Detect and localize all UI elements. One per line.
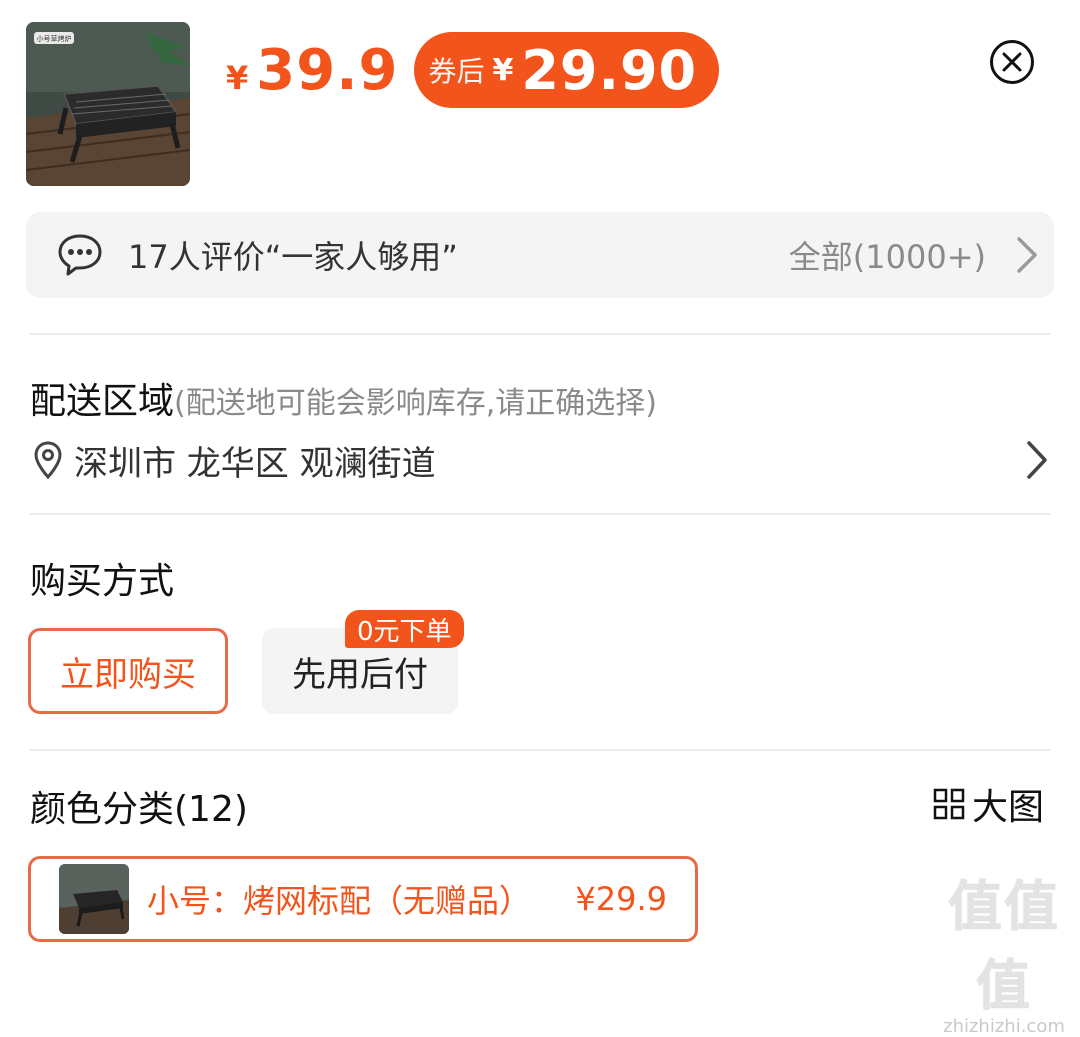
price-row: ¥ 39.9 券后 ¥ 29.90 xyxy=(226,32,720,108)
original-price: ¥ 39.9 xyxy=(226,38,398,103)
zero-down-badge: 0元下单 xyxy=(345,610,464,648)
delivery-section-title: 配送区域(配送地可能会影响库存,请正确选择) xyxy=(30,372,657,424)
big-image-toggle[interactable]: 大图 xyxy=(932,778,1044,830)
coupon-label: 券后 xyxy=(428,55,485,88)
location-pin-icon xyxy=(34,441,62,480)
watermark-logo: 值值值 xyxy=(948,875,1060,1017)
coupon-price-badge: 券后 ¥ 29.90 xyxy=(414,32,720,108)
color-variant-option[interactable]: 小号：烤网标配（无赠品） ¥29.9 xyxy=(28,856,698,942)
address-selector[interactable]: 深圳市 龙华区 观澜街道 xyxy=(32,432,1050,488)
close-button[interactable] xyxy=(990,40,1034,84)
review-all-link[interactable]: 全部(1000+) xyxy=(789,232,986,278)
color-section-title: 颜色分类(12) xyxy=(30,789,248,830)
bbq-grill-image: 小号草烤炉 xyxy=(26,22,190,186)
bbq-grill-image xyxy=(59,864,129,934)
variant-price: ¥29.9 xyxy=(575,880,667,918)
big-image-label: 大图 xyxy=(972,787,1045,828)
chevron-right-icon xyxy=(1027,441,1047,479)
watermark-url: zhizhizhi.com xyxy=(943,1016,1065,1037)
chat-bubble-icon xyxy=(58,234,102,276)
divider xyxy=(30,513,1050,515)
buy-now-option[interactable]: 立即购买 xyxy=(28,628,228,714)
delivery-title: 配送区域 xyxy=(30,381,175,422)
product-thumbnail[interactable]: 小号草烤炉 xyxy=(26,22,190,186)
variant-thumbnail xyxy=(59,864,129,934)
divider xyxy=(30,749,1050,751)
address-text: 深圳市 龙华区 观澜街道 xyxy=(74,443,436,484)
coupon-price-value: 29.90 xyxy=(521,38,698,102)
price-value: 39.9 xyxy=(256,37,399,103)
close-icon xyxy=(1002,52,1022,72)
purchase-title: 购买方式 xyxy=(30,561,175,602)
image-tag: 小号草烤炉 xyxy=(37,34,72,43)
review-bar[interactable]: 17人评价“一家人够用” 全部(1000+) xyxy=(26,212,1054,298)
price-currency: ¥ xyxy=(226,58,249,97)
variant-label: 小号：烤网标配（无赠品） xyxy=(147,882,532,920)
delivery-hint: (配送地可能会影响库存,请正确选择) xyxy=(174,386,657,421)
coupon-currency: ¥ xyxy=(492,52,514,88)
divider xyxy=(30,333,1050,335)
grid-view-icon xyxy=(933,788,965,820)
chevron-right-icon xyxy=(1017,237,1037,273)
review-summary: 17人评价“一家人够用” xyxy=(128,238,458,276)
